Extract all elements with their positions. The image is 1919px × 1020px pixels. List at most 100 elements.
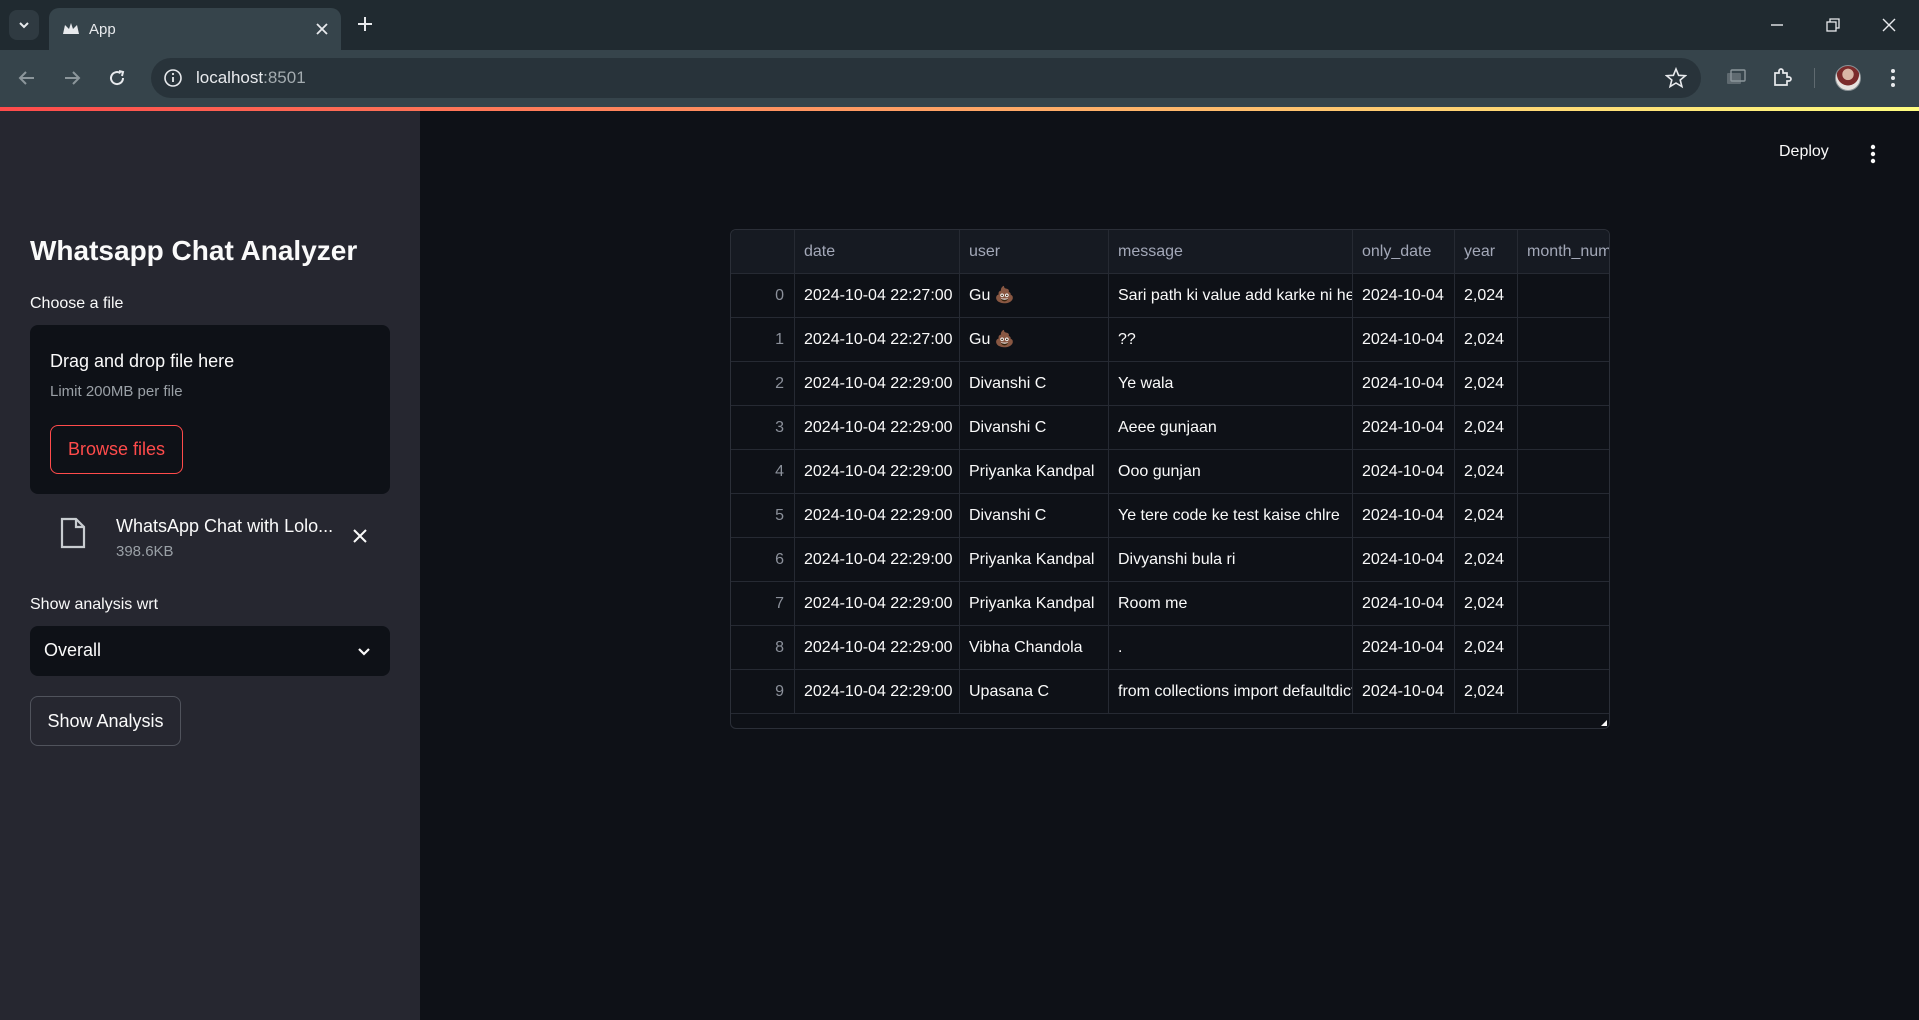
cell-index[interactable]: 1 <box>731 318 795 362</box>
cell-user[interactable]: Divanshi C <box>960 494 1109 538</box>
cell-only-date[interactable]: 2024-10-04 <box>1353 318 1455 362</box>
cell-date[interactable]: 2024-10-04 22:29:00 <box>795 450 960 494</box>
close-tab-icon[interactable] <box>313 20 331 38</box>
cell-index[interactable]: 6 <box>731 538 795 582</box>
column-header-year[interactable]: year <box>1455 230 1518 274</box>
cell-month-num[interactable]: 1 <box>1518 626 1609 670</box>
cell-index[interactable]: 8 <box>731 626 795 670</box>
cell-message[interactable]: Aeee gunjaan <box>1109 406 1353 450</box>
restore-button[interactable] <box>1820 12 1846 38</box>
cell-message[interactable]: Room me <box>1109 582 1353 626</box>
cell-only-date[interactable]: 2024-10-04 <box>1353 450 1455 494</box>
cell-date[interactable]: 2024-10-04 22:27:00 <box>795 318 960 362</box>
cell-index[interactable]: 9 <box>731 670 795 714</box>
cell-only-date[interactable]: 2024-10-04 <box>1353 538 1455 582</box>
new-tab-button[interactable] <box>353 12 377 36</box>
cell-month-num[interactable]: 1 <box>1518 362 1609 406</box>
column-header-user[interactable]: user <box>960 230 1109 274</box>
cell-message[interactable]: Ye tere code ke test kaise chlre <box>1109 494 1353 538</box>
cell-month-num[interactable]: 1 <box>1518 450 1609 494</box>
column-header-index[interactable] <box>731 230 795 274</box>
show-analysis-button[interactable]: Show Analysis <box>30 696 181 746</box>
file-dropzone[interactable]: Drag and drop file here Limit 200MB per … <box>30 325 390 494</box>
cell-date[interactable]: 2024-10-04 22:29:00 <box>795 406 960 450</box>
cell-user[interactable]: Priyanka Kandpal <box>960 582 1109 626</box>
cell-user[interactable]: Gu 💩 <box>960 318 1109 362</box>
column-header-only-date[interactable]: only_date <box>1353 230 1455 274</box>
cell-year[interactable]: 2,024 <box>1455 582 1518 626</box>
cell-year[interactable]: 2,024 <box>1455 274 1518 318</box>
cell-index[interactable]: 3 <box>731 406 795 450</box>
cell-year[interactable]: 2,024 <box>1455 406 1518 450</box>
column-header-date[interactable]: date <box>795 230 960 274</box>
cell-user[interactable]: Upasana C <box>960 670 1109 714</box>
cell-month-num[interactable]: 1 <box>1518 538 1609 582</box>
cell-user[interactable]: Divanshi C <box>960 362 1109 406</box>
cell-only-date[interactable]: 2024-10-04 <box>1353 626 1455 670</box>
main-menu-button[interactable] <box>1863 143 1883 165</box>
cell-index[interactable]: 0 <box>731 274 795 318</box>
address-bar[interactable]: localhost:8501 <box>151 58 1701 98</box>
cell-date[interactable]: 2024-10-04 22:27:00 <box>795 274 960 318</box>
minimize-button[interactable] <box>1764 12 1790 38</box>
cell-month-num[interactable]: 1 <box>1518 582 1609 626</box>
dataframe-table[interactable]: date user message only_date year month_n… <box>730 229 1610 729</box>
analysis-select[interactable]: Overall <box>30 626 390 676</box>
cell-date[interactable]: 2024-10-04 22:29:00 <box>795 538 960 582</box>
cell-message[interactable]: Ye wala <box>1109 362 1353 406</box>
extensions-button[interactable] <box>1768 64 1796 92</box>
close-window-button[interactable] <box>1876 12 1902 38</box>
cell-index[interactable]: 7 <box>731 582 795 626</box>
cell-date[interactable]: 2024-10-04 22:29:00 <box>795 582 960 626</box>
browse-files-button[interactable]: Browse files <box>50 425 183 474</box>
cell-year[interactable]: 2,024 <box>1455 538 1518 582</box>
browser-menu-button[interactable] <box>1879 64 1907 92</box>
deploy-button[interactable]: Deploy <box>1779 143 1829 161</box>
cell-date[interactable]: 2024-10-04 22:29:00 <box>795 494 960 538</box>
cell-month-num[interactable]: 1 <box>1518 274 1609 318</box>
cell-index[interactable]: 4 <box>731 450 795 494</box>
reload-button[interactable] <box>103 64 131 92</box>
cell-index[interactable]: 5 <box>731 494 795 538</box>
cell-only-date[interactable]: 2024-10-04 <box>1353 362 1455 406</box>
column-header-message[interactable]: message <box>1109 230 1353 274</box>
column-header-month-num[interactable]: month_num <box>1518 230 1609 274</box>
cell-date[interactable]: 2024-10-04 22:29:00 <box>795 670 960 714</box>
cell-message[interactable]: Sari path ki value add karke ni he <box>1109 274 1353 318</box>
cell-month-num[interactable]: 1 <box>1518 406 1609 450</box>
media-controls-button[interactable] <box>1722 64 1750 92</box>
cell-user[interactable]: Priyanka Kandpal <box>960 450 1109 494</box>
cell-month-num[interactable]: 1 <box>1518 670 1609 714</box>
profile-avatar[interactable] <box>1835 65 1861 91</box>
browser-tab[interactable]: App <box>49 8 341 50</box>
cell-only-date[interactable]: 2024-10-04 <box>1353 406 1455 450</box>
cell-year[interactable]: 2,024 <box>1455 450 1518 494</box>
cell-year[interactable]: 2,024 <box>1455 494 1518 538</box>
back-button[interactable] <box>13 64 41 92</box>
cell-message[interactable]: ?? <box>1109 318 1353 362</box>
cell-year[interactable]: 2,024 <box>1455 670 1518 714</box>
cell-year[interactable]: 2,024 <box>1455 318 1518 362</box>
cell-date[interactable]: 2024-10-04 22:29:00 <box>795 626 960 670</box>
cell-month-num[interactable]: 1 <box>1518 318 1609 362</box>
cell-index[interactable]: 2 <box>731 362 795 406</box>
cell-only-date[interactable]: 2024-10-04 <box>1353 274 1455 318</box>
cell-only-date[interactable]: 2024-10-04 <box>1353 670 1455 714</box>
cell-user[interactable]: Divanshi C <box>960 406 1109 450</box>
bookmark-star-icon[interactable] <box>1665 67 1687 89</box>
cell-user[interactable]: Gu 💩 <box>960 274 1109 318</box>
cell-message[interactable]: from collections import defaultdict <box>1109 670 1353 714</box>
cell-message[interactable]: . <box>1109 626 1353 670</box>
cell-month-num[interactable]: 1 <box>1518 494 1609 538</box>
cell-user[interactable]: Vibha Chandola <box>960 626 1109 670</box>
cell-user[interactable]: Priyanka Kandpal <box>960 538 1109 582</box>
tab-search-button[interactable] <box>9 10 39 40</box>
forward-button[interactable] <box>58 64 86 92</box>
cell-message[interactable]: Divyanshi bula ri <box>1109 538 1353 582</box>
remove-file-button[interactable] <box>348 524 372 548</box>
cell-year[interactable]: 2,024 <box>1455 362 1518 406</box>
cell-message[interactable]: Ooo gunjan <box>1109 450 1353 494</box>
cell-year[interactable]: 2,024 <box>1455 626 1518 670</box>
cell-date[interactable]: 2024-10-04 22:29:00 <box>795 362 960 406</box>
cell-only-date[interactable]: 2024-10-04 <box>1353 582 1455 626</box>
